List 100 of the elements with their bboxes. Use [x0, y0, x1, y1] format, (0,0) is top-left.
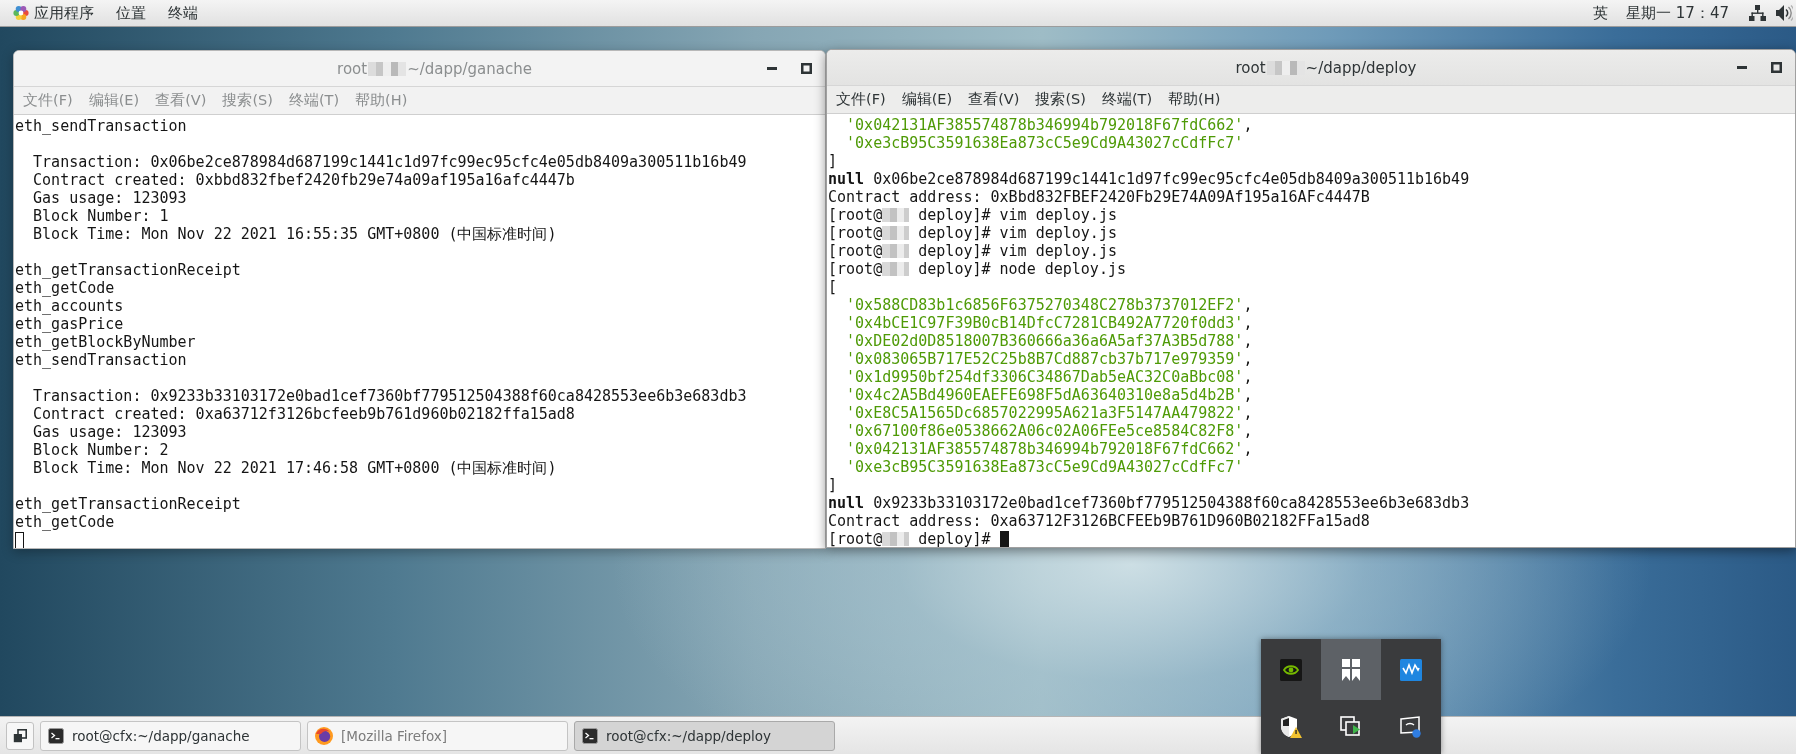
terminal-line: [: [828, 278, 838, 296]
command-text: deploy]# node deploy.js: [918, 260, 1126, 278]
command-text: deploy]# vim deploy.js: [918, 242, 1117, 260]
address-string: '0x083065B717E52C25b8B7Cd887cb37b717e979359': [846, 350, 1244, 368]
line-comma: ,: [1243, 332, 1253, 350]
address-string: '0x4c2A5Bd4960EAEFE698F5dA63640310e8a5d4b2B': [846, 386, 1244, 404]
terminal-line: Transaction: 0x9233b33103172e0bad1cef7360bf779512504388f60ca8428553ee6b3e683db3: [33, 387, 747, 405]
waveform-icon: [1400, 658, 1422, 681]
pixelated-patch: [882, 208, 910, 222]
terminal-line: eth_getTransactionReceipt: [15, 261, 241, 279]
top-menu[interactable]: 应用程序: [10, 0, 105, 26]
show-desktop-button[interactable]: [6, 721, 34, 750]
line-comma: ,: [1243, 368, 1253, 386]
window-title-text: ~/dapp/deploy: [1305, 58, 1417, 77]
terminal-line: Gas usage: 123093: [33, 189, 187, 207]
terminal-line: eth_sendTransaction: [15, 117, 187, 135]
taskbar-button[interactable]: root@cfx:~/dapp/deploy: [574, 720, 835, 751]
input-method-indicator[interactable]: 英: [1593, 3, 1609, 23]
terminal-line: eth_getBlockByNumber: [15, 333, 196, 351]
terminal-line: eth_gasPrice: [15, 315, 124, 333]
menu-item[interactable]: 查看(V): [960, 86, 1028, 113]
address-string: '0x588CD83b1c6856F6375270348C278b3737012EF2': [846, 296, 1244, 314]
menu-item[interactable]: 帮助(H): [1160, 86, 1229, 113]
line-comma: ,: [1243, 422, 1253, 440]
prompt-text: [root@: [828, 260, 883, 278]
command-text: deploy]# vim deploy.js: [918, 224, 1117, 242]
terminal-line: eth_getCode: [15, 513, 115, 531]
line-comma: ,: [1243, 386, 1253, 404]
line-comma: ,: [1243, 440, 1253, 458]
menu-item[interactable]: 文件(F): [828, 86, 894, 113]
maximize-icon: [1770, 62, 1782, 73]
command-text: deploy]#: [918, 530, 991, 547]
taskbar-button[interactable]: root@cfx:~/dapp/ganache: [40, 720, 301, 751]
address-string: '0xe3cB95C3591638Ea873cC5e9Cd9A43027cCdfFc7': [846, 134, 1244, 152]
terminal-line: Contract address: 0xa63712F3126BCFEEb9B761D960B02182FFa15ad8: [828, 512, 1370, 530]
volume-icon[interactable]: [1776, 5, 1793, 21]
window-title-text: root: [337, 59, 368, 78]
overlapping-squares-icon: [13, 728, 27, 743]
menu-item[interactable]: 终端(T): [1093, 86, 1161, 113]
top-menu[interactable]: 终端: [157, 0, 209, 26]
address-string: '0x4bCE1C97F39B0cB14DfcC7281CB492A7720f0dd3': [846, 314, 1244, 332]
line-comma: ,: [1243, 314, 1253, 332]
terminal-line: null 0x9233b33103172e0bad1cef7360bf779512504388f60ca8428553ee6b3e683db3: [828, 494, 1470, 512]
minimize-icon: [767, 67, 777, 70]
terminal-line: Block Number: 1: [33, 207, 169, 225]
window-stack-icon: [1340, 716, 1362, 738]
top-menu[interactable]: 位置: [105, 0, 157, 26]
terminal-icon: [582, 727, 598, 744]
shield-warning-icon: [1280, 716, 1302, 738]
line-comma: ,: [1243, 116, 1253, 134]
window-title-text: root: [1235, 58, 1266, 77]
flower-icon: [13, 5, 29, 21]
terminal-line: Gas usage: 123093: [33, 423, 187, 441]
terminal-line: Contract address: 0xBbd832FBEF2420Fb29E74A09Af195a16AFc4447B: [828, 188, 1370, 206]
terminal-line: null 0x06be2ce878984d687199c1441c1d97fc99ec95cfc4e05db8409a300511b16b49: [828, 170, 1470, 188]
address-string: '0xe3cB95C3591638Ea873cC5e9Cd9A43027cCdfFc7': [846, 458, 1244, 476]
eye-logo-icon: [1280, 658, 1302, 681]
pixelated-patch: [882, 262, 910, 276]
line-comma: ,: [1243, 296, 1253, 314]
address-string: '0x042131AF385574878b346994b792018F67fdC662': [846, 116, 1244, 134]
ribbon-icon: [1342, 658, 1360, 681]
taskbar-button[interactable]: [Mozilla Firefox]: [307, 720, 568, 751]
terminal-line: eth_getTransactionReceipt: [15, 495, 241, 513]
pixelated-patch: [882, 532, 910, 546]
tray-item[interactable]: [1321, 639, 1381, 700]
menu-item[interactable]: 编辑(E): [893, 86, 961, 113]
window-title-text: ~/dapp/ganache: [407, 59, 532, 78]
terminal-line: ]: [828, 476, 838, 494]
prompt-text: [root@: [828, 206, 883, 224]
menu-item[interactable]: 搜索(S): [1027, 86, 1094, 113]
terminal-line: eth_getCode: [15, 279, 115, 297]
pixelated-patch: [882, 244, 910, 258]
terminal-line: eth_accounts: [15, 297, 124, 315]
address-string: '0xDE02d0D8518007B360666a36a6A5af37A3B5d788': [846, 332, 1244, 350]
clock[interactable]: 星期一 17：47: [1626, 3, 1729, 23]
monitor-icon: [1400, 716, 1422, 738]
maximize-icon: [800, 63, 812, 74]
terminal-line: Transaction: 0x06be2ce878984d687199c1441c1d97fc99ec95cfc4e05db8409a300511b16b49: [33, 153, 747, 171]
network-icon[interactable]: [1749, 5, 1766, 21]
terminal-line: Block Time: Mon Nov 22 2021 17:46:58 GMT+0800 (中国标准时间): [33, 459, 557, 477]
browser-globe-icon: [315, 726, 333, 745]
address-string: '0x042131AF385574878b346994b792018F67fdC662': [846, 440, 1244, 458]
line-comma: ,: [1243, 404, 1253, 422]
minimize-icon: [1737, 66, 1747, 69]
pixelated-patch: [882, 226, 910, 240]
terminal-line: eth_sendTransaction: [15, 351, 187, 369]
pixelated-patch: [1266, 60, 1305, 75]
terminal-line: ]: [828, 152, 838, 170]
address-string: '0x1d9950bf254df3306C34867Dab5eAC32C0aBbc08': [846, 368, 1244, 386]
prompt-text: [root@: [828, 242, 883, 260]
prompt-text: [root@: [828, 530, 883, 547]
terminal-line: Block Number: 2: [33, 441, 169, 459]
terminal-line: Contract created: 0xbbd832fbef2420fb29e74a09af195a16afc4447b: [33, 171, 575, 189]
terminal-icon: [48, 727, 64, 744]
command-text: deploy]# vim deploy.js: [918, 206, 1117, 224]
terminal-line: Contract created: 0xa63712f3126bcfeeb9b761d960b02182ffa15ad8: [33, 405, 575, 423]
prompt-text: [root@: [828, 224, 883, 242]
address-string: '0xE8C5A1565Dc6857022995A621a3F5147AA479822': [846, 404, 1244, 422]
address-string: '0x67100f86e0538662A06c02A06FEe5ce8584C82F8': [846, 422, 1244, 440]
pixelated-patch: [368, 61, 407, 76]
